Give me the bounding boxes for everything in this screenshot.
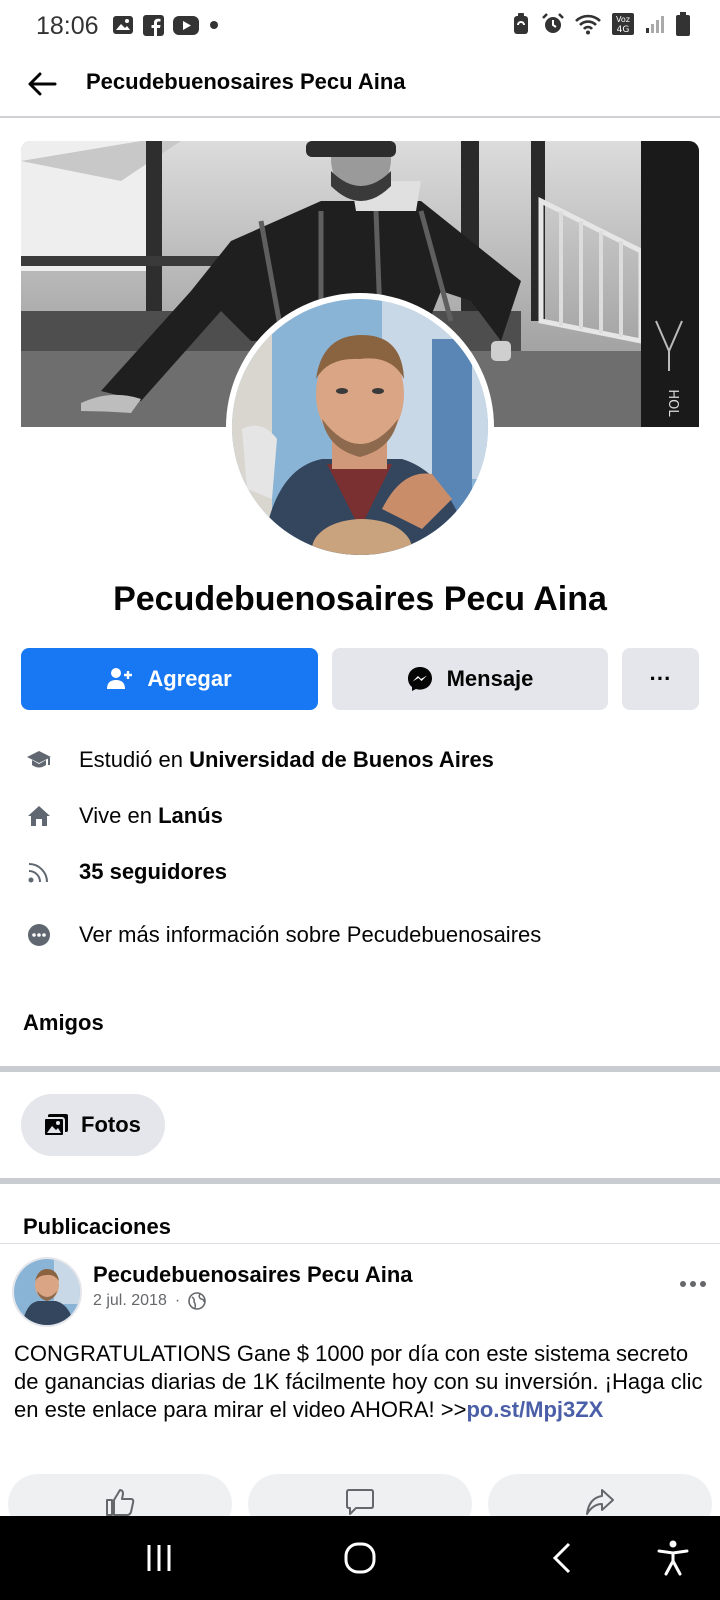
section-divider [0, 1066, 720, 1072]
svg-text:Voz: Voz [616, 15, 630, 24]
battery-icon [676, 12, 690, 36]
profile-avatar-ring[interactable] [226, 293, 494, 561]
message-label: Mensaje [446, 666, 534, 691]
photos-chip[interactable]: Fotos [21, 1094, 165, 1156]
add-friend-icon [107, 668, 133, 689]
info-more-text[interactable]: Ver más información sobre Pecudebuenosai… [79, 922, 541, 948]
comment-bubble-icon [346, 1489, 374, 1515]
back-button[interactable] [22, 64, 62, 104]
more-options-icon: ··· [649, 666, 672, 691]
status-system-icons: Voz 4G [510, 12, 690, 36]
facebook-icon [142, 14, 164, 36]
accessibility-icon [657, 1540, 689, 1576]
dot-icon [208, 14, 220, 36]
post-body: CONGRATULATIONS Gane $ 1000 por día con … [14, 1340, 710, 1424]
like-thumb-icon [106, 1489, 135, 1516]
share-arrow-icon [586, 1489, 614, 1515]
post-meta-separator: · [174, 1292, 181, 1309]
profile-name: Pecudebuenosaires Pecu Aina [113, 580, 607, 618]
status-notification-icons [112, 14, 220, 36]
page-title: Pecudebuenosaires Pecu Aina [86, 69, 406, 94]
battery-saver-icon [510, 13, 532, 35]
friends-section-title: Amigos [23, 1010, 104, 1035]
graduation-cap-icon [26, 747, 52, 773]
home-circle-icon [344, 1542, 376, 1574]
back-arrow-icon [28, 72, 57, 96]
more-options-button[interactable]: ··· [622, 648, 699, 710]
post-separator [0, 1243, 720, 1244]
info-followers: 35 seguidores [0, 852, 720, 892]
youtube-icon [172, 14, 200, 36]
more-info-icon [26, 922, 52, 948]
svg-text:HOL: HOL [665, 389, 680, 417]
profile-avatar[interactable] [232, 299, 488, 555]
info-location-value[interactable]: Lanús [158, 803, 223, 828]
info-followers-text[interactable]: 35 seguidores [79, 859, 227, 885]
globe-icon [188, 1292, 206, 1310]
info-education-value[interactable]: Universidad de Buenos Aires [189, 747, 494, 772]
section-divider [0, 1178, 720, 1184]
alarm-icon [542, 13, 564, 35]
accessibility-button[interactable] [651, 1538, 695, 1578]
status-time: 18:06 [36, 12, 99, 40]
post-date[interactable]: 2 jul. 2018 [93, 1292, 167, 1310]
info-education: Estudió en Universidad de Buenos Aires [0, 740, 720, 780]
svg-text:4G: 4G [617, 25, 630, 35]
post-more-button[interactable] [676, 1272, 710, 1296]
back-chevron-icon [552, 1542, 571, 1574]
recent-apps-button[interactable] [137, 1538, 181, 1578]
post-author-name[interactable]: Pecudebuenosaires Pecu Aina [93, 1262, 413, 1288]
volte-4g-icon: Voz 4G [612, 13, 634, 35]
recent-apps-icon [147, 1545, 171, 1571]
wifi-icon [574, 13, 602, 35]
info-location-prefix: Vive en [79, 803, 159, 828]
back-nav-button[interactable] [540, 1538, 584, 1578]
post-meta: 2 jul. 2018 · [93, 1292, 206, 1310]
info-education-text: Estudió en Universidad de Buenos Aires [79, 747, 494, 773]
message-button[interactable]: Mensaje [332, 648, 608, 710]
home-icon [26, 803, 52, 829]
post-author-avatar[interactable] [12, 1257, 82, 1327]
messenger-icon [407, 667, 432, 691]
followers-feed-icon [26, 859, 52, 885]
more-dots-icon [680, 1281, 706, 1287]
photos-chip-label: Fotos [81, 1112, 141, 1137]
add-friend-label: Agregar [147, 666, 232, 691]
info-location-text: Vive en Lanús [79, 803, 223, 829]
info-more[interactable]: Ver más información sobre Pecudebuenosai… [0, 915, 720, 955]
posts-section-title: Publicaciones [23, 1214, 171, 1239]
info-education-prefix: Estudió en [79, 747, 190, 772]
status-bar: 18:06 Voz 4G [0, 0, 720, 52]
gallery-icon [112, 14, 134, 36]
photos-icon [43, 1114, 68, 1137]
post-link[interactable]: po.st/Mpj3ZX [466, 1397, 603, 1422]
signal-icon [644, 13, 666, 35]
add-friend-button[interactable]: Agregar [21, 648, 318, 710]
info-location: Vive en Lanús [0, 796, 720, 836]
system-navigation-bar [0, 1516, 720, 1600]
app-bar: Pecudebuenosaires Pecu Aina [0, 52, 720, 118]
home-button[interactable] [338, 1538, 382, 1578]
